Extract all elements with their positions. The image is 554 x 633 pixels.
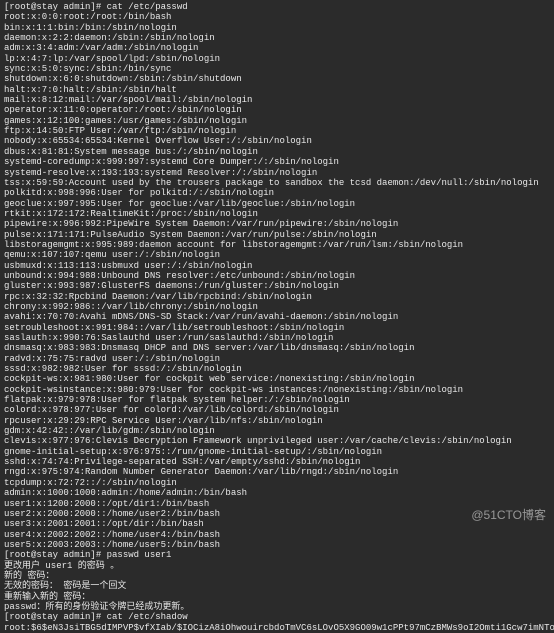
passwd-entry: rtkit:x:172:172:RealtimeKit:/proc:/sbin/… — [4, 209, 550, 219]
passwd-entry: games:x:12:100:games:/usr/games:/sbin/no… — [4, 116, 550, 126]
prompt-line: [root@stay admin]# cat /etc/shadow — [4, 612, 550, 622]
pw-change-line: 新的 密码： — [4, 571, 550, 581]
passwd-entry: user3:x:2001:2001::/opt/dir:/bin/bash — [4, 519, 550, 529]
passwd-entry: daemon:x:2:2:daemon:/sbin:/sbin/nologin — [4, 33, 550, 43]
passwd-entry: rpcuser:x:29:29:RPC Service User:/var/li… — [4, 416, 550, 426]
passwd-entry: radvd:x:75:75:radvd user:/:/sbin/nologin — [4, 354, 550, 364]
passwd-entry: admin:x:1000:1000:admin:/home/admin:/bin… — [4, 488, 550, 498]
passwd-entry: dnsmasq:x:983:983:Dnsmasq DHCP and DNS s… — [4, 343, 550, 353]
passwd-entry: usbmuxd:x:113:113:usbmuxd user:/:/sbin/n… — [4, 261, 550, 271]
passwd-entry: saslauth:x:990:76:Saslauthd user:/run/sa… — [4, 333, 550, 343]
passwd-entry: sssd:x:982:982:User for sssd:/:/sbin/nol… — [4, 364, 550, 374]
passwd-entry: user2:x:2000:2000::/home/user2:/bin/bash — [4, 509, 550, 519]
pw-change-line: 更改用户 user1 的密码 。 — [4, 561, 550, 571]
passwd-change-output: 更改用户 user1 的密码 。新的 密码：无效的密码： 密码是一个回文重新输入… — [4, 561, 550, 613]
passwd-entry: tcpdump:x:72:72::/:/sbin/nologin — [4, 478, 550, 488]
passwd-entry: tss:x:59:59:Account used by the trousers… — [4, 178, 550, 188]
passwd-entry: halt:x:7:0:halt:/sbin:/sbin/halt — [4, 85, 550, 95]
passwd-entry: rpc:x:32:32:Rpcbind Daemon:/var/lib/rpcb… — [4, 292, 550, 302]
passwd-entry: avahi:x:70:70:Avahi mDNS/DNS-SD Stack:/v… — [4, 312, 550, 322]
prompt-line: [root@stay admin]# cat /etc/passwd — [4, 2, 550, 12]
passwd-entry: rngd:x:975:974:Random Number Generator D… — [4, 467, 550, 477]
passwd-entry: nobody:x:65534:65534:Kernel Overflow Use… — [4, 136, 550, 146]
passwd-output: root:x:0:0:root:/root:/bin/bashbin:x:1:1… — [4, 12, 550, 550]
passwd-entry: user1:x:1200:2000::/opt/dir1:/bin/bash — [4, 499, 550, 509]
passwd-entry: shutdown:x:6:0:shutdown:/sbin:/sbin/shut… — [4, 74, 550, 84]
passwd-entry: geoclue:x:997:995:User for geoclue:/var/… — [4, 199, 550, 209]
passwd-entry: systemd-coredump:x:999:997:systemd Core … — [4, 157, 550, 167]
passwd-entry: cockpit-wsinstance:x:980:979:User for co… — [4, 385, 550, 395]
passwd-entry: dbus:x:81:81:System message bus:/:/sbin/… — [4, 147, 550, 157]
pw-change-line: 无效的密码： 密码是一个回文 — [4, 581, 550, 591]
passwd-entry: ftp:x:14:50:FTP User:/var/ftp:/sbin/nolo… — [4, 126, 550, 136]
passwd-entry: lp:x:4:7:lp:/var/spool/lpd:/sbin/nologin — [4, 54, 550, 64]
passwd-entry: qemu:x:107:107:qemu user:/:/sbin/nologin — [4, 250, 550, 260]
prompt-line: [root@stay admin]# passwd user1 — [4, 550, 550, 560]
passwd-entry: pipewire:x:996:992:PipeWire System Daemo… — [4, 219, 550, 229]
passwd-entry: polkitd:x:998:996:User for polkitd:/:/sb… — [4, 188, 550, 198]
passwd-entry: sshd:x:74:74:Privilege-separated SSH:/va… — [4, 457, 550, 467]
watermark-text: @51CTO博客 — [471, 509, 546, 523]
passwd-entry: root:x:0:0:root:/root:/bin/bash — [4, 12, 550, 22]
passwd-entry: user5:x:2003:2003::/home/user5:/bin/bash — [4, 540, 550, 550]
passwd-entry: operator:x:11:0:operator:/root:/sbin/nol… — [4, 105, 550, 115]
passwd-entry: gdm:x:42:42::/var/lib/gdm:/sbin/nologin — [4, 426, 550, 436]
passwd-entry: bin:x:1:1:bin:/bin:/sbin/nologin — [4, 23, 550, 33]
passwd-entry: gnome-initial-setup:x:976:975::/run/gnom… — [4, 447, 550, 457]
shadow-line: root:$6$eN3JsiTBG5dIMPVP$vfXIab/$IOCizA8… — [4, 623, 550, 633]
passwd-entry: gluster:x:993:987:GlusterFS daemons:/run… — [4, 281, 550, 291]
passwd-entry: user4:x:2002:2002::/home/user4:/bin/bash — [4, 530, 550, 540]
passwd-entry: cockpit-ws:x:981:980:User for cockpit we… — [4, 374, 550, 384]
passwd-entry: setroubleshoot:x:991:984::/var/lib/setro… — [4, 323, 550, 333]
pw-change-line: 重新输入新的 密码： — [4, 592, 550, 602]
passwd-entry: libstoragemgmt:x:995:989:daemon account … — [4, 240, 550, 250]
passwd-entry: chrony:x:992:986::/var/lib/chrony:/sbin/… — [4, 302, 550, 312]
passwd-entry: sync:x:5:0:sync:/sbin:/bin/sync — [4, 64, 550, 74]
passwd-entry: pulse:x:171:171:PulseAudio System Daemon… — [4, 230, 550, 240]
passwd-entry: systemd-resolve:x:193:193:systemd Resolv… — [4, 168, 550, 178]
passwd-entry: flatpak:x:979:978:User for flatpak syste… — [4, 395, 550, 405]
passwd-entry: adm:x:3:4:adm:/var/adm:/sbin/nologin — [4, 43, 550, 53]
passwd-entry: mail:x:8:12:mail:/var/spool/mail:/sbin/n… — [4, 95, 550, 105]
pw-change-line: passwd：所有的身份验证令牌已经成功更新。 — [4, 602, 550, 612]
passwd-entry: colord:x:978:977:User for colord:/var/li… — [4, 405, 550, 415]
passwd-entry: unbound:x:994:988:Unbound DNS resolver:/… — [4, 271, 550, 281]
terminal-output[interactable]: [root@stay admin]# cat /etc/passwd root:… — [4, 2, 550, 633]
passwd-entry: clevis:x:977:976:Clevis Decryption Frame… — [4, 436, 550, 446]
